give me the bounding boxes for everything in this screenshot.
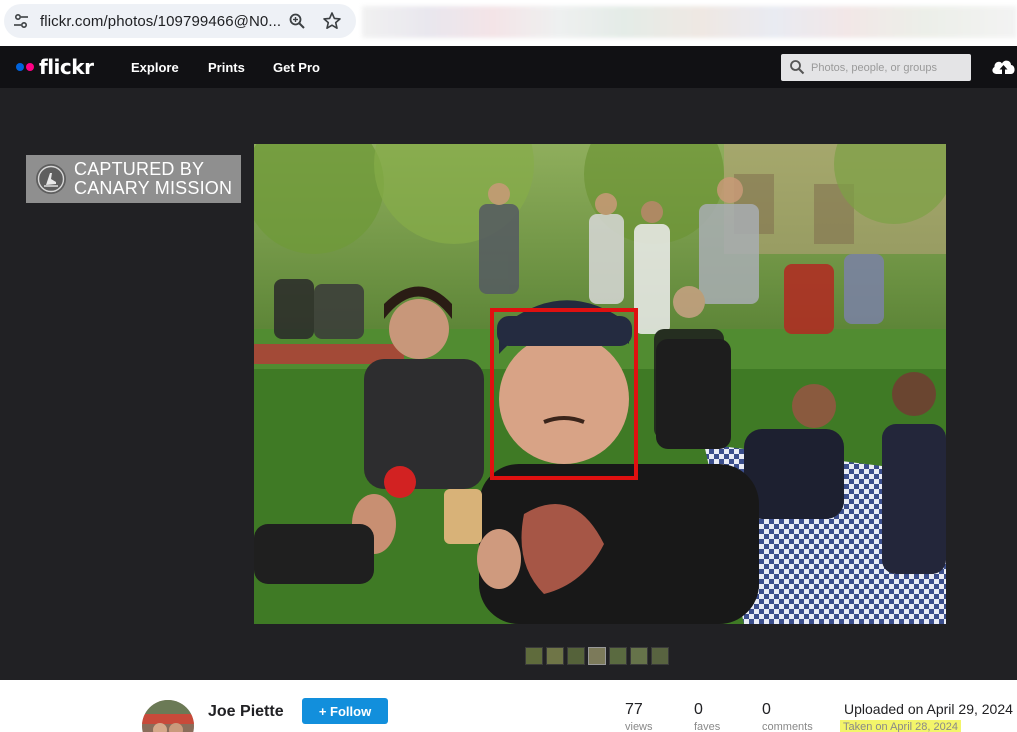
follow-button[interactable]: + Follow	[302, 698, 388, 724]
site-settings-icon[interactable]	[12, 12, 30, 30]
thumbnail[interactable]	[651, 647, 669, 665]
nav-explore[interactable]: Explore	[131, 60, 179, 75]
search-input[interactable]	[811, 54, 966, 81]
photo-info-panel: Joe Piette + Follow 77 views 0 faves 0 c…	[0, 680, 1017, 732]
stat-views: 77 views	[625, 701, 653, 732]
taken-date[interactable]: Taken on April 28, 2024	[840, 720, 961, 732]
thumbnail[interactable]	[630, 647, 648, 665]
logo-pink-dot	[26, 63, 34, 71]
logo-blue-dot	[16, 63, 24, 71]
nav-prints[interactable]: Prints	[208, 60, 245, 75]
zoom-icon[interactable]	[288, 12, 306, 30]
nav-get-pro[interactable]: Get Pro	[273, 60, 320, 75]
watermark-badge: CAPTURED BY CANARY MISSION	[26, 155, 241, 203]
stat-label: views	[625, 721, 653, 732]
stat-value: 0	[762, 701, 771, 718]
stat-value: 0	[694, 701, 703, 718]
thumbnail[interactable]	[525, 647, 543, 665]
uploaded-date: Uploaded on April 29, 2024	[844, 701, 1013, 717]
thumbnail-current[interactable]	[588, 647, 606, 665]
search-box[interactable]	[781, 54, 971, 81]
thumbnail[interactable]	[546, 647, 564, 665]
thumbnail[interactable]	[567, 647, 585, 665]
watermark-line-2: CANARY MISSION	[74, 178, 233, 198]
watermark-text: CAPTURED BY CANARY MISSION	[74, 160, 232, 198]
stat-faves: 0 faves	[694, 701, 720, 732]
photostream-thumbnails	[525, 647, 669, 665]
thumbnail[interactable]	[609, 647, 627, 665]
url-text[interactable]: flickr.com/photos/109799466@N0...	[40, 13, 281, 30]
canary-logo-icon	[36, 164, 66, 194]
stat-comments: 0 comments	[762, 701, 813, 732]
flickr-header: flickr Explore Prints Get Pro	[0, 46, 1017, 88]
owner-avatar[interactable]	[142, 700, 194, 732]
avatar-image	[142, 700, 194, 732]
watermark-line-1: CAPTURED BY	[74, 159, 205, 179]
bookmark-star-icon[interactable]	[322, 11, 342, 31]
stat-label: comments	[762, 721, 813, 732]
flickr-logo[interactable]: flickr	[16, 55, 94, 79]
photo-illustration	[254, 144, 946, 624]
stat-label: faves	[694, 721, 721, 732]
upload-cloud-icon[interactable]	[990, 55, 1017, 79]
stat-value: 77	[625, 701, 643, 718]
search-icon	[790, 60, 805, 75]
main-photo[interactable]	[254, 144, 946, 624]
browser-toolbar: flickr.com/photos/109799466@N0...	[0, 0, 1017, 46]
owner-name[interactable]: Joe Piette	[208, 703, 284, 721]
address-bar[interactable]: flickr.com/photos/109799466@N0...	[4, 4, 356, 38]
logo-text: flickr	[39, 55, 94, 79]
blurred-area	[362, 6, 1017, 38]
